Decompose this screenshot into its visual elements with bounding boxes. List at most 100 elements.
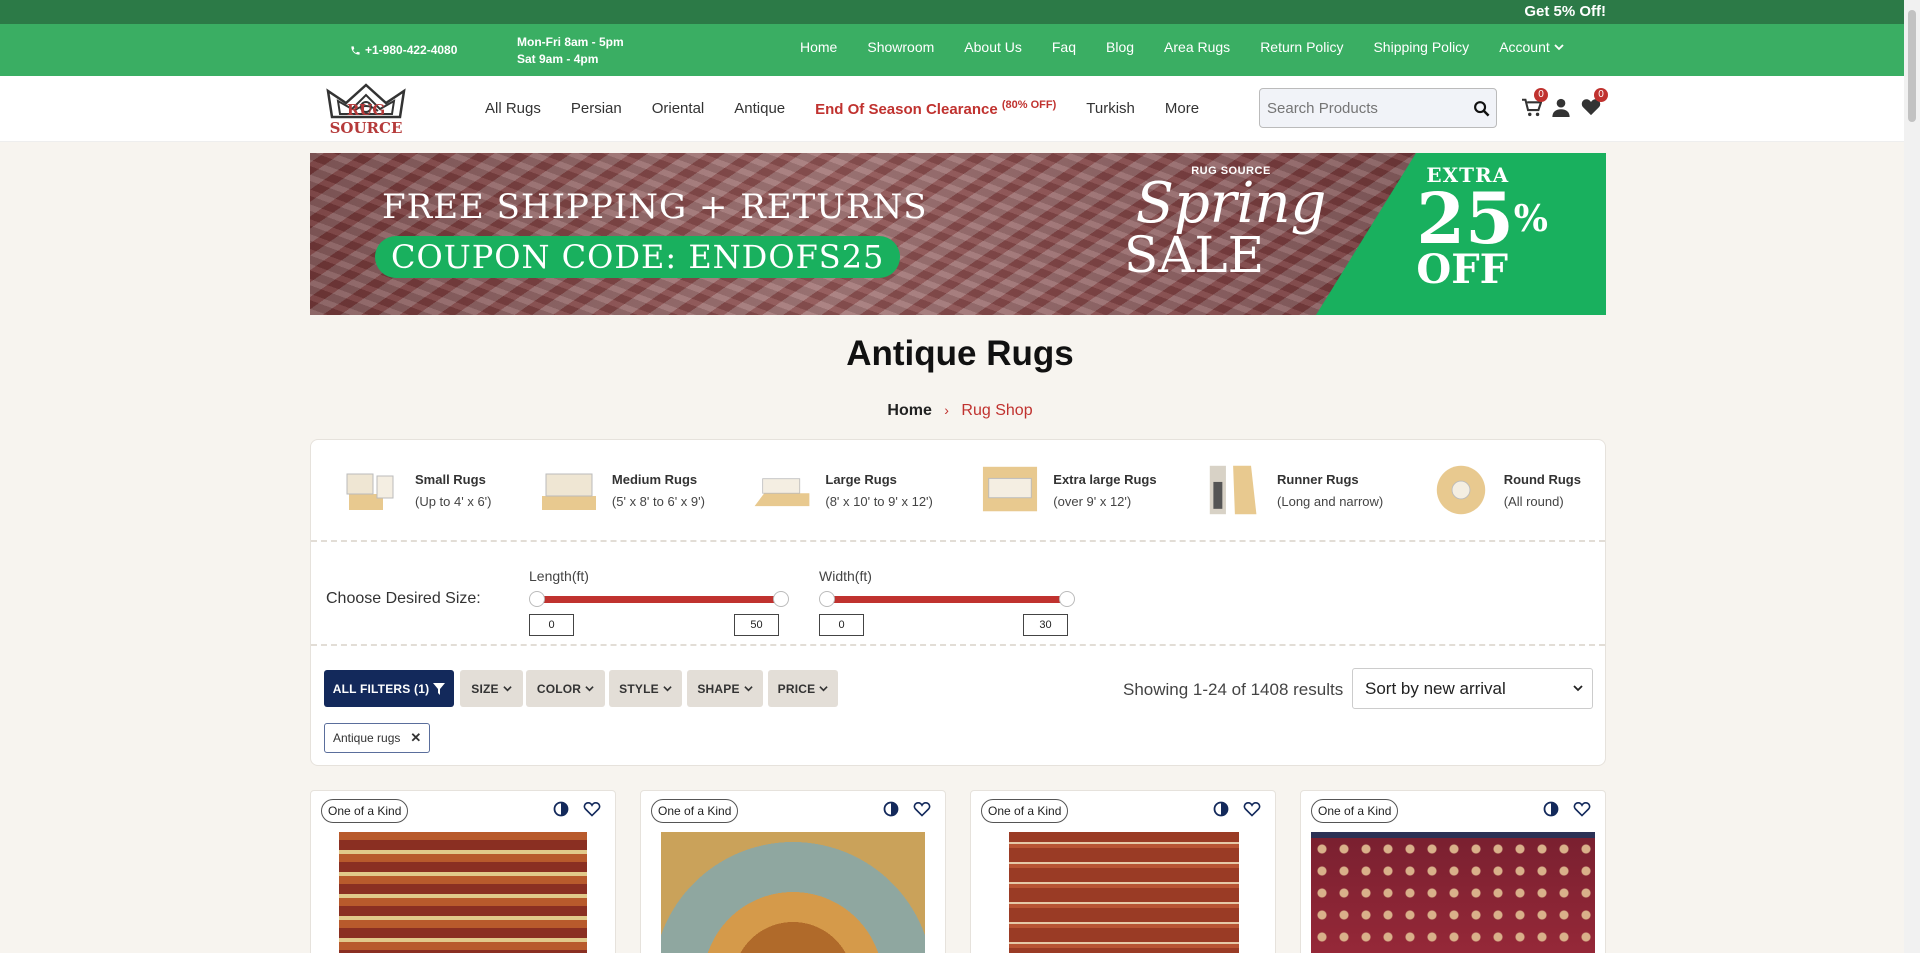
length-max-input[interactable]: 50	[734, 614, 779, 636]
product-actions	[1213, 801, 1261, 817]
product-card[interactable]: One of a Kind	[1300, 790, 1606, 953]
account-button[interactable]	[1550, 96, 1572, 118]
topnav-shipping-policy[interactable]: Shipping Policy	[1373, 39, 1469, 55]
product-card[interactable]: One of a Kind	[310, 790, 616, 953]
search-button[interactable]	[1466, 100, 1496, 117]
topnav-account[interactable]: Account	[1499, 39, 1564, 55]
topnav-home[interactable]: Home	[800, 39, 837, 55]
size-option-small[interactable]: Small Rugs (Up to 4' x 6')	[343, 458, 492, 522]
breadcrumb-home[interactable]: Home	[887, 402, 931, 419]
topnav-faq[interactable]: Faq	[1052, 39, 1076, 55]
vertical-scrollbar[interactable]	[1904, 0, 1920, 953]
heart-outline-icon[interactable]	[913, 801, 931, 817]
breadcrumb: Home › Rug Shop	[0, 402, 1920, 420]
account-label: Account	[1499, 39, 1550, 55]
size-desc: (8' x 10' to 9' x 12')	[825, 493, 933, 509]
wishlist-button[interactable]: 0	[1580, 88, 1608, 118]
banner-offer: EXTRA 25% OFF	[1416, 163, 1548, 290]
size-option-runner[interactable]: Runner Rugs (Long and narrow)	[1205, 458, 1383, 522]
width-min-handle[interactable]	[819, 591, 835, 607]
size-option-large[interactable]: Large Rugs (8' x 10' to 9' x 12')	[753, 458, 933, 522]
length-min-handle[interactable]	[529, 591, 545, 607]
promo-text[interactable]: Get 5% Off!	[1524, 3, 1606, 20]
product-image[interactable]	[339, 832, 587, 953]
size-option-medium[interactable]: Medium Rugs (5' x 8' to 6' x 9')	[540, 458, 705, 522]
width-min-input[interactable]: 0	[819, 614, 864, 636]
banner-sale-word: SALE	[1124, 226, 1265, 284]
topnav-area-rugs[interactable]: Area Rugs	[1164, 39, 1230, 55]
one-of-a-kind-badge: One of a Kind	[981, 799, 1069, 823]
nav-all-rugs[interactable]: All Rugs	[485, 100, 541, 117]
main-nav: All Rugs Persian Oriental Antique End Of…	[485, 99, 1229, 118]
compare-icon[interactable]	[883, 801, 899, 817]
nav-antique[interactable]: Antique	[734, 100, 785, 117]
topnav-showroom[interactable]: Showroom	[867, 39, 934, 55]
chevron-right-icon: ›	[944, 402, 949, 418]
funnel-icon	[433, 682, 446, 695]
size-title: Round Rugs	[1503, 471, 1581, 487]
color-filter-label: COLOR	[536, 681, 582, 696]
size-desc: (over 9' x 12')	[1053, 493, 1132, 509]
shape-filter-button[interactable]: SHAPE	[687, 670, 763, 707]
product-actions	[553, 801, 601, 817]
size-option-extra-large[interactable]: Extra large Rugs (over 9' x 12')	[981, 458, 1157, 522]
one-of-a-kind-badge: One of a Kind	[1311, 799, 1399, 823]
nav-oriental[interactable]: Oriental	[652, 100, 705, 117]
sort-select[interactable]: Sort by new arrival	[1352, 668, 1593, 709]
nav-turkish[interactable]: Turkish	[1086, 100, 1135, 117]
compare-icon[interactable]	[1213, 801, 1229, 817]
width-max-handle[interactable]	[1059, 591, 1075, 607]
width-track[interactable]	[823, 596, 1073, 603]
all-filters-label: ALL FILTERS (1)	[332, 681, 430, 696]
length-track[interactable]	[533, 596, 783, 603]
size-filter-label: Choose Desired Size:	[326, 590, 481, 607]
product-card[interactable]: One of a Kind	[970, 790, 1276, 953]
length-max-handle[interactable]	[773, 591, 789, 607]
topnav-blog[interactable]: Blog	[1106, 39, 1134, 55]
price-filter-button[interactable]: PRICE	[768, 670, 838, 707]
product-card[interactable]: One of a Kind	[640, 790, 946, 953]
nav-persian[interactable]: Persian	[571, 100, 622, 117]
product-image[interactable]	[1009, 832, 1239, 953]
heart-outline-icon[interactable]	[1243, 801, 1261, 817]
length-label: Length(ft)	[529, 568, 589, 584]
phone-link[interactable]: +1-980-422-4080	[350, 43, 457, 57]
width-label: Width(ft)	[819, 568, 872, 584]
nav-clearance[interactable]: End Of Season Clearance (80% OFF)	[815, 99, 1056, 118]
heart-outline-icon[interactable]	[1573, 801, 1591, 817]
chevron-down-icon	[503, 686, 512, 692]
size-desc: (All round)	[1503, 493, 1564, 509]
compare-icon[interactable]	[1543, 801, 1559, 817]
size-title: Large Rugs	[825, 471, 897, 487]
filter-panel: Small Rugs (Up to 4' x 6') Medium Rugs (5'…	[310, 439, 1606, 766]
topnav-return-policy[interactable]: Return Policy	[1260, 39, 1343, 55]
product-image[interactable]	[1311, 832, 1595, 953]
size-option-round[interactable]: Round Rugs (All round)	[1432, 458, 1581, 522]
style-filter-button[interactable]: STYLE	[609, 670, 682, 707]
compare-icon[interactable]	[553, 801, 569, 817]
size-filter-button[interactable]: SIZE	[460, 670, 523, 707]
all-filters-button[interactable]: ALL FILTERS (1)	[324, 670, 454, 707]
product-image[interactable]	[661, 832, 925, 953]
color-filter-button[interactable]: COLOR	[526, 670, 605, 707]
round-rug-icon	[1436, 465, 1485, 515]
business-hours: Mon-Fri 8am - 5pm Sat 9am - 4pm	[517, 34, 624, 68]
nav-more[interactable]: More	[1165, 100, 1199, 117]
promo-banner[interactable]: FREE SHIPPING + RETURNS COUPON CODE: END…	[310, 153, 1606, 315]
topnav-about[interactable]: About Us	[964, 39, 1022, 55]
page-title: Antique Rugs	[846, 334, 1074, 373]
scrollbar-thumb[interactable]	[1908, 10, 1916, 122]
banner-percent-sign: %	[1513, 198, 1548, 240]
remove-filter-icon[interactable]: ✕	[410, 730, 421, 746]
header-icons: 0 0	[1520, 88, 1608, 118]
search-input[interactable]	[1260, 89, 1466, 127]
hours-weekday: Mon-Fri 8am - 5pm	[517, 35, 624, 49]
cart-button[interactable]: 0	[1520, 88, 1548, 118]
width-max-input[interactable]: 30	[1023, 614, 1068, 636]
heart-outline-icon[interactable]	[583, 801, 601, 817]
length-min-input[interactable]: 0	[529, 614, 574, 636]
banner-coupon-code: COUPON CODE: ENDOFS25	[375, 236, 901, 278]
site-logo[interactable]: RUG SOURCE	[310, 81, 422, 137]
phone-icon	[351, 45, 360, 55]
style-filter-label: STYLE	[619, 681, 659, 696]
